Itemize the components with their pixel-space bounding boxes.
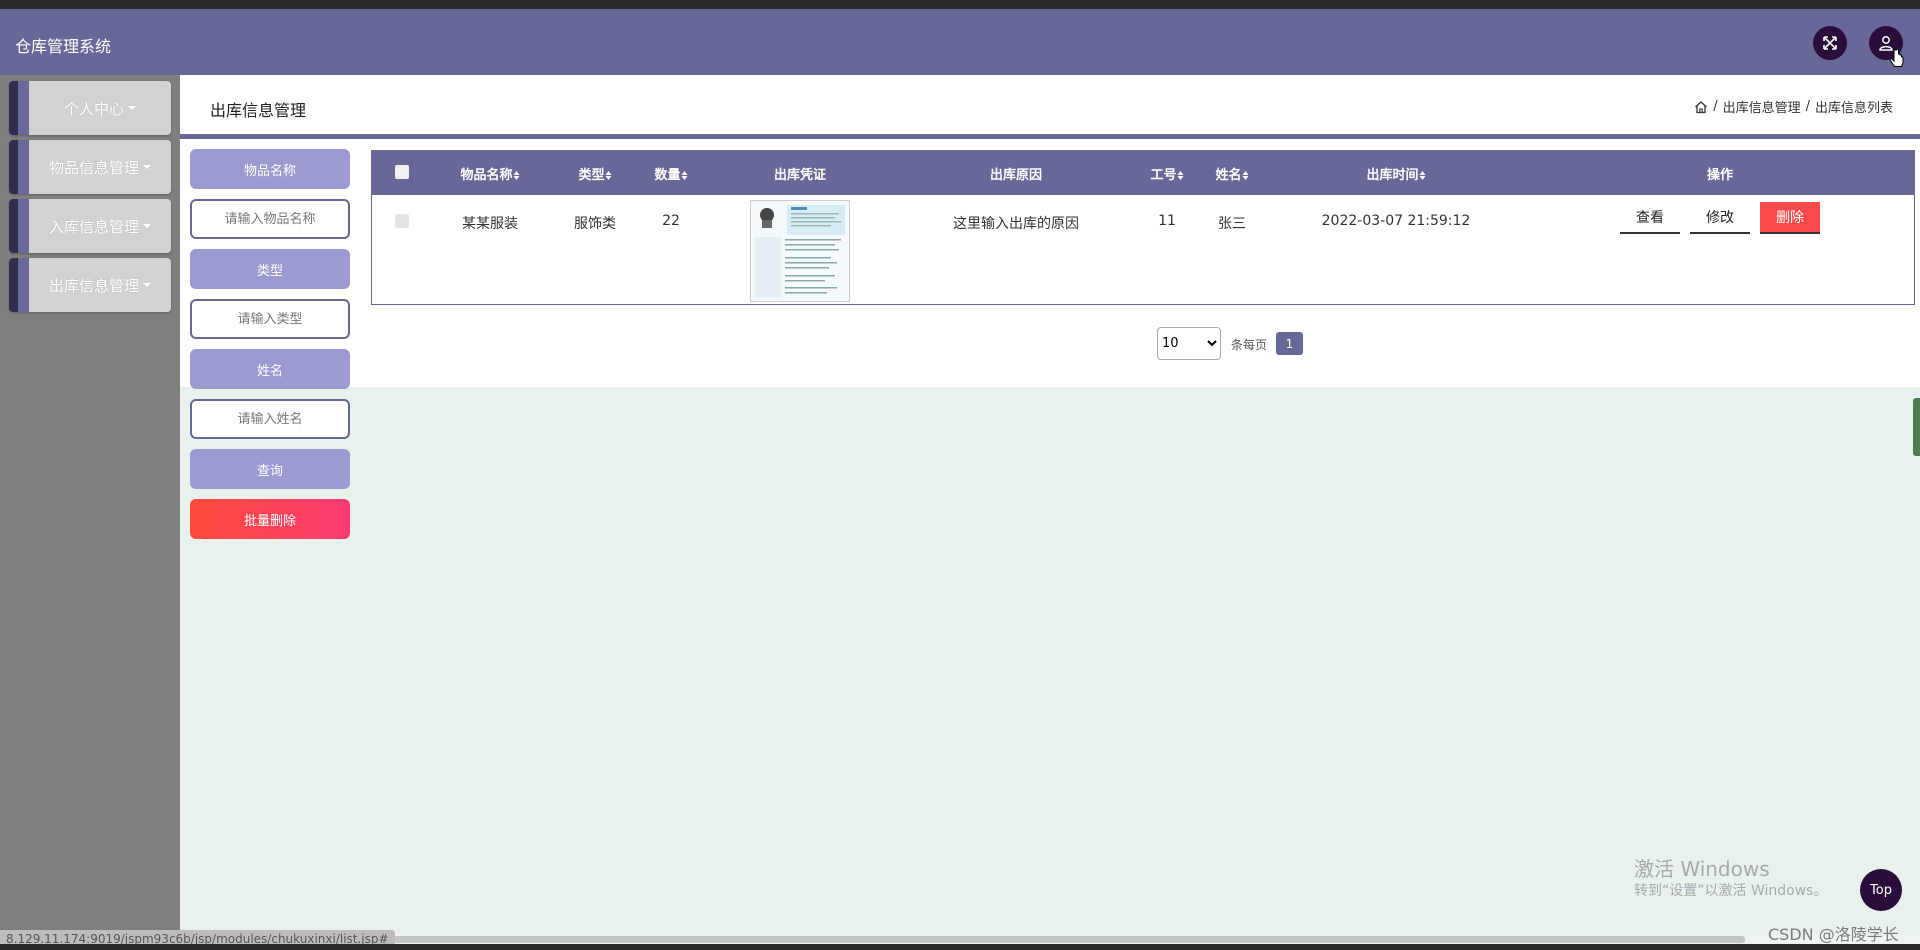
chevron-down-icon	[143, 165, 151, 169]
sort-icon	[513, 171, 520, 180]
cell-job-no: 11	[1158, 213, 1176, 229]
voucher-image[interactable]	[750, 200, 850, 302]
page-size-select[interactable]: 10	[1157, 327, 1221, 360]
chevron-down-icon	[128, 106, 136, 110]
top-header: 仓库管理系统	[0, 9, 1920, 75]
column-header-label: 类型	[578, 168, 605, 183]
breadcrumb-item: 出库信息列表	[1814, 101, 1893, 116]
sidebar-item-personal-center[interactable]: 个人中心	[9, 81, 171, 135]
menu-accent-bar	[18, 199, 29, 253]
view-button[interactable]: 查看	[1620, 202, 1680, 234]
menu-accent-bar	[18, 140, 29, 194]
sidebar-item-label-wrap: 物品信息管理	[29, 140, 171, 194]
search-label-type: 类型	[190, 249, 350, 289]
sidebar-item-inbound-info[interactable]: 入库信息管理	[9, 199, 171, 253]
sidebar-item-outbound-info[interactable]: 出库信息管理	[9, 258, 171, 312]
column-header: 出库凭证	[774, 164, 826, 183]
table-header: 物品名称 类型 数量 出库凭证 出库原因 工号 姓名 出库时间 操作	[372, 151, 1914, 195]
menu-accent-bar	[18, 81, 29, 135]
query-button[interactable]: 查询	[190, 449, 350, 489]
sort-icon	[1177, 171, 1184, 180]
activate-windows-title: 激活 Windows	[1634, 857, 1770, 881]
cell-person-name: 张三	[1218, 216, 1246, 232]
breadcrumb-item[interactable]: 出库信息管理	[1723, 97, 1801, 116]
mouse-cursor-icon	[1889, 49, 1904, 67]
outbound-table: 物品名称 类型 数量 出库凭证 出库原因 工号 姓名 出库时间 操作 某某服装 …	[371, 150, 1915, 305]
sort-icon	[1242, 171, 1249, 180]
sort-icon	[605, 171, 612, 180]
page-number-button[interactable]: 1	[1276, 332, 1303, 355]
column-header-label: 操作	[1706, 168, 1734, 183]
edit-button[interactable]: 修改	[1690, 202, 1750, 234]
cell-quantity: 22	[662, 213, 680, 229]
cell-reason: 这里输入出库的原因	[953, 216, 1079, 232]
batch-delete-button[interactable]: 批量删除	[190, 499, 350, 539]
column-header[interactable]: 姓名	[1215, 164, 1249, 183]
activate-windows-subtitle: 转到“设置”以激活 Windows。	[1634, 883, 1828, 899]
chevron-down-icon	[143, 224, 151, 228]
column-header[interactable]: 工号	[1150, 164, 1184, 183]
column-header-label: 工号	[1150, 168, 1177, 183]
home-icon[interactable]	[1694, 100, 1708, 114]
menu-accent-bar	[18, 258, 29, 312]
menu-accent-bar	[9, 140, 18, 194]
type-input[interactable]	[198, 310, 342, 328]
sidebar-item-label: 出库信息管理	[48, 276, 139, 295]
goods-name-field-wrap	[190, 199, 350, 239]
name-field-wrap	[190, 399, 350, 439]
goods-name-input[interactable]	[198, 210, 342, 228]
resume-thumbnail-icon	[751, 201, 849, 301]
fullscreen-button[interactable]	[1813, 26, 1847, 60]
csdn-watermark: CSDN @洛陵学长	[1768, 925, 1899, 944]
window-top-strip	[0, 0, 1920, 9]
cell-goods-name: 某某服装	[462, 216, 518, 232]
app-title: 仓库管理系统	[15, 37, 112, 56]
sidebar: 个人中心 物品信息管理 入库信息管理 出库信息管理	[0, 75, 180, 950]
search-label-goods-name: 物品名称	[190, 149, 350, 189]
window-bottom-strip	[0, 944, 1920, 950]
column-header[interactable]: 数量	[654, 164, 688, 183]
name-input[interactable]	[198, 410, 342, 428]
fullscreen-icon	[1823, 36, 1837, 50]
column-header-label: 姓名	[1215, 168, 1242, 183]
content-header: 出库信息管理 / 出库信息管理 / 出库信息列表	[180, 75, 1920, 134]
sidebar-item-label: 物品信息管理	[48, 158, 139, 177]
sort-icon	[681, 171, 688, 180]
column-header: 操作	[1707, 164, 1733, 183]
sidebar-item-label-wrap: 个人中心	[29, 81, 171, 135]
breadcrumb-separator: /	[1713, 99, 1718, 114]
row-checkbox[interactable]	[395, 214, 409, 228]
menu-accent-bar	[9, 81, 18, 135]
sort-icon	[1419, 171, 1426, 180]
column-header[interactable]: 类型	[578, 164, 612, 183]
type-field-wrap	[190, 299, 350, 339]
sidebar-item-label: 入库信息管理	[48, 217, 139, 236]
delete-button[interactable]: 删除	[1760, 202, 1820, 234]
page-title: 出库信息管理	[210, 101, 307, 120]
column-header-label: 出库原因	[989, 168, 1043, 183]
column-header-label: 出库时间	[1366, 168, 1419, 183]
sidebar-item-goods-info[interactable]: 物品信息管理	[9, 140, 171, 194]
sidebar-item-label-wrap: 入库信息管理	[29, 199, 171, 253]
sidebar-item-label-wrap: 出库信息管理	[29, 258, 171, 312]
column-header-label: 出库凭证	[773, 168, 827, 183]
cell-outbound-time: 2022-03-07 21:59:12	[1321, 213, 1471, 229]
back-to-top-button[interactable]: Top	[1860, 869, 1902, 911]
menu-accent-bar	[9, 199, 18, 253]
side-scroll-handle[interactable]	[1913, 398, 1920, 456]
menu-accent-bar	[9, 258, 18, 312]
breadcrumb-separator: /	[1805, 99, 1810, 114]
breadcrumb: / 出库信息管理 / 出库信息列表	[1694, 97, 1893, 116]
column-header: 出库原因	[990, 164, 1042, 183]
column-header[interactable]: 物品名称	[460, 164, 520, 183]
select-all-checkbox[interactable]	[395, 165, 409, 179]
chevron-down-icon	[143, 283, 151, 287]
search-label-name: 姓名	[190, 349, 350, 389]
column-header-label: 物品名称	[460, 168, 513, 183]
column-header[interactable]: 出库时间	[1366, 164, 1426, 183]
sidebar-item-label: 个人中心	[63, 99, 124, 118]
column-header-label: 数量	[654, 168, 681, 183]
per-page-label: 条每页	[1231, 338, 1268, 352]
cell-type: 服饰类	[574, 216, 616, 232]
